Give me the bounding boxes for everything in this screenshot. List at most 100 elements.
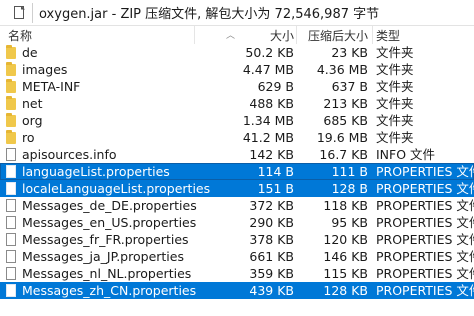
- item-compressed-size: 19.6 MB: [316, 130, 368, 145]
- item-type: PROPERTIES 文件: [376, 215, 474, 230]
- item-type: PROPERTIES 文件: [376, 164, 474, 179]
- file-icon: [6, 216, 16, 229]
- item-compressed-size: 128 KB: [323, 283, 368, 298]
- item-compressed-size: 95 KB: [331, 215, 368, 230]
- list-item[interactable]: org 1.34 MB 685 KB 文件夹: [0, 112, 474, 129]
- file-icon: [6, 182, 16, 195]
- list-item[interactable]: net 488 KB 213 KB 文件夹: [0, 95, 474, 112]
- column-divider[interactable]: [372, 26, 373, 44]
- item-compressed-size: 118 KB: [323, 198, 368, 213]
- item-type: PROPERTIES 文件: [376, 283, 474, 298]
- item-name: Messages_nl_NL.properties: [22, 266, 192, 281]
- item-size: 359 KB: [249, 266, 294, 281]
- item-name: META-INF: [22, 79, 81, 94]
- item-type: 文件夹: [376, 79, 414, 94]
- item-compressed-size: 23 KB: [331, 45, 368, 60]
- item-size: 372 KB: [249, 198, 294, 213]
- list-item[interactable]: META-INF 629 B 637 B 文件夹: [0, 78, 474, 95]
- item-compressed-size: 111 B: [331, 164, 368, 179]
- item-compressed-size: 213 KB: [323, 96, 368, 111]
- title-bar: oxygen.jar - ZIP 压缩文件, 解包大小为 72,546,987 …: [0, 0, 474, 26]
- item-type: 文件夹: [376, 130, 414, 145]
- item-name: Messages_zh_CN.properties: [22, 283, 197, 298]
- list-item[interactable]: localeLanguageList.properties 151 B 128 B P…: [0, 180, 474, 197]
- item-name: net: [22, 96, 43, 111]
- list-item[interactable]: de 50.2 KB 23 KB 文件夹: [0, 44, 474, 61]
- item-name: ro: [22, 130, 35, 145]
- folder-icon: [6, 113, 16, 127]
- folder-icon: [6, 130, 16, 144]
- file-icon: [6, 165, 16, 178]
- file-icon: [12, 5, 26, 20]
- item-size: 151 B: [257, 181, 294, 196]
- item-compressed-size: 115 KB: [323, 266, 368, 281]
- item-type: PROPERTIES 文件: [376, 266, 474, 281]
- folder-icon: [6, 96, 16, 110]
- list-item[interactable]: images 4.47 MB 4.36 MB 文件夹: [0, 61, 474, 78]
- item-compressed-size: 128 B: [331, 181, 368, 196]
- column-name[interactable]: 名称: [8, 27, 32, 44]
- item-type: 文件夹: [376, 45, 414, 60]
- folder-icon: [6, 79, 16, 93]
- item-compressed-size: 16.7 KB: [319, 147, 368, 162]
- list-item[interactable]: Messages_ja_JP.properties 661 KB 146 KB PRO…: [0, 248, 474, 265]
- item-compressed-size: 637 B: [331, 79, 368, 94]
- list-item[interactable]: Messages_fr_FR.properties 378 KB 120 KB PRO…: [0, 231, 474, 248]
- item-type: PROPERTIES 文件: [376, 198, 474, 213]
- item-compressed-size: 685 KB: [323, 113, 368, 128]
- item-type: INFO 文件: [376, 147, 436, 162]
- item-name: languageList.properties: [22, 164, 170, 179]
- item-name: Messages_en_US.properties: [22, 215, 197, 230]
- title-divider: [32, 2, 33, 23]
- item-size: 142 KB: [249, 147, 294, 162]
- list-item[interactable]: Messages_zh_CN.properties 439 KB 128 KB PRO…: [0, 282, 474, 299]
- column-divider[interactable]: [194, 26, 195, 44]
- item-name: localeLanguageList.properties: [22, 181, 211, 196]
- file-icon: [6, 148, 16, 161]
- item-size: 661 KB: [249, 249, 294, 264]
- file-icon: [6, 199, 16, 212]
- item-size: 290 KB: [249, 215, 294, 230]
- file-list: de 50.2 KB 23 KB 文件夹 images 4.47 MB 4.36 MB 文件…: [0, 44, 474, 299]
- file-icon: [6, 233, 16, 246]
- item-compressed-size: 146 KB: [323, 249, 368, 264]
- window-title: oxygen.jar - ZIP 压缩文件, 解包大小为 72,546,987 …: [39, 7, 380, 22]
- item-size: 114 B: [257, 164, 294, 179]
- item-size: 488 KB: [249, 96, 294, 111]
- item-size: 41.2 MB: [242, 130, 294, 145]
- item-name: Messages_de_DE.properties: [22, 198, 197, 213]
- item-size: 50.2 KB: [245, 45, 294, 60]
- list-item[interactable]: apisources.info 142 KB 16.7 KB INFO 文件: [0, 146, 474, 163]
- item-type: PROPERTIES 文件: [376, 181, 474, 196]
- item-name: apisources.info: [22, 147, 117, 162]
- list-item[interactable]: Messages_nl_NL.properties 359 KB 115 KB PRO…: [0, 265, 474, 282]
- item-name: Messages_ja_JP.properties: [22, 249, 184, 264]
- item-compressed-size: 120 KB: [323, 232, 368, 247]
- folder-icon: [6, 62, 16, 76]
- item-name: de: [22, 45, 38, 60]
- item-size: 4.47 MB: [242, 62, 294, 77]
- file-icon: [6, 267, 16, 280]
- item-size: 378 KB: [249, 232, 294, 247]
- item-type: 文件夹: [376, 113, 414, 128]
- item-name: images: [22, 62, 68, 77]
- item-compressed-size: 4.36 MB: [316, 62, 368, 77]
- list-item[interactable]: languageList.properties 114 B 111 B PROPERT…: [0, 163, 474, 180]
- item-type: PROPERTIES 文件: [376, 232, 474, 247]
- item-type: 文件夹: [376, 96, 414, 111]
- list-item[interactable]: Messages_en_US.properties 290 KB 95 KB PROP…: [0, 214, 474, 231]
- item-name: Messages_fr_FR.properties: [22, 232, 189, 247]
- item-type: PROPERTIES 文件: [376, 249, 474, 264]
- column-size[interactable]: 大小: [196, 27, 294, 44]
- column-type[interactable]: 类型: [376, 27, 400, 44]
- item-size: 1.34 MB: [242, 113, 294, 128]
- column-header: 名称 ︿ 大小 压缩后大小 类型: [0, 26, 474, 44]
- column-compressed-size[interactable]: 压缩后大小: [296, 27, 368, 44]
- folder-icon: [6, 45, 16, 59]
- list-item[interactable]: ro 41.2 MB 19.6 MB 文件夹: [0, 129, 474, 146]
- item-size: 629 B: [257, 79, 294, 94]
- item-size: 439 KB: [249, 283, 294, 298]
- file-icon: [6, 250, 16, 263]
- list-item[interactable]: Messages_de_DE.properties 372 KB 118 KB PRO…: [0, 197, 474, 214]
- item-type: 文件夹: [376, 62, 414, 77]
